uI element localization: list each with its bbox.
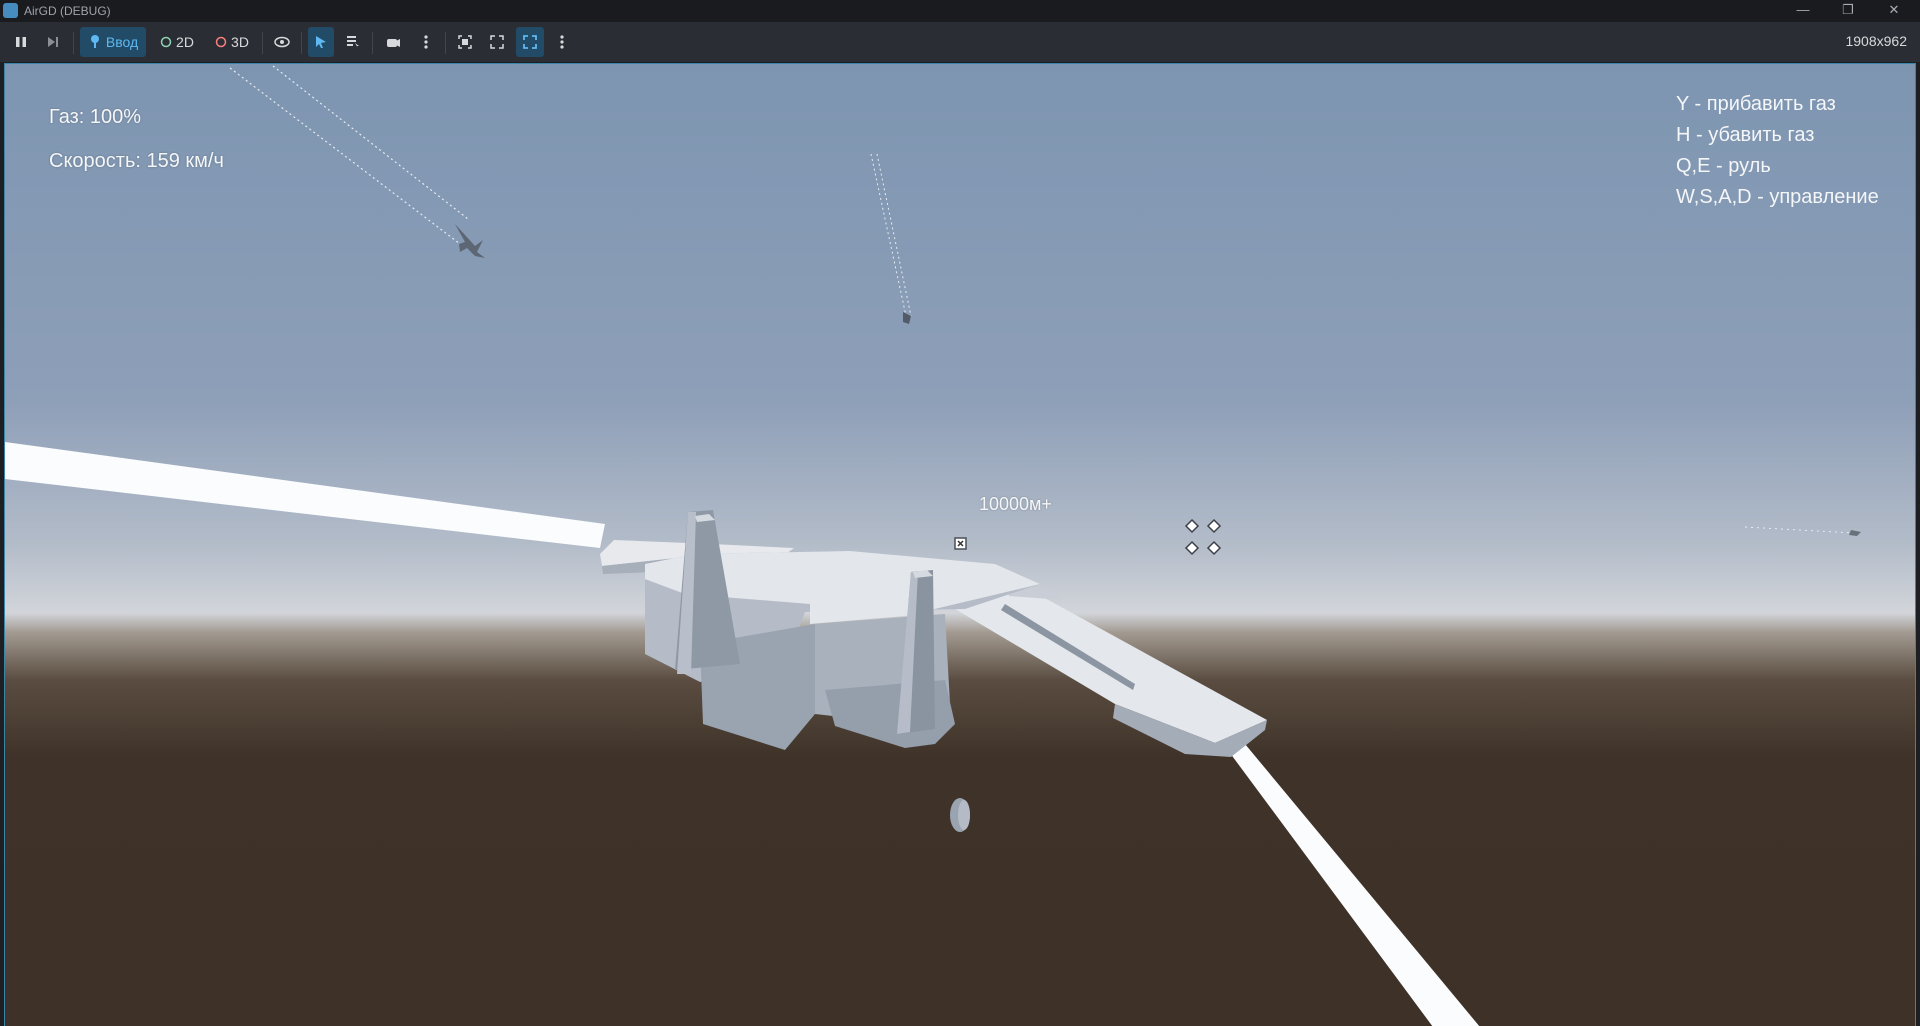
visibility-button[interactable] <box>269 27 295 57</box>
joystick-icon <box>90 35 99 48</box>
window-titlebar: AirGD (DEBUG) — ❐ ✕ <box>0 0 1920 22</box>
kebab-menu-icon <box>560 35 564 49</box>
speed-readout: Скорость: 159 км/ч <box>49 150 224 172</box>
focus-frame-icon <box>458 35 472 49</box>
cursor-arrow-icon <box>316 36 326 48</box>
help-line-throttle-down: H - убавить газ <box>1676 124 1815 146</box>
input-mode-button[interactable]: Ввод <box>80 27 146 57</box>
mode-3d-label: 3D <box>231 34 249 50</box>
eye-icon <box>274 36 290 48</box>
camera-button[interactable] <box>379 27 407 57</box>
restore-button[interactable]: ❐ <box>1826 0 1870 22</box>
help-line-rudder: Q,E - руль <box>1676 155 1771 177</box>
game-viewport[interactable]: Газ: 100% Скорость: 159 км/ч 10000м+ Y -… <box>4 63 1916 1026</box>
target-distance-label: 10000м+ <box>979 494 1052 514</box>
game-scene <box>5 64 1915 1026</box>
mode-3d-button[interactable]: 3D <box>209 27 255 57</box>
list-icon <box>347 36 359 48</box>
select-tool-button[interactable] <box>308 27 334 57</box>
help-line-throttle-up: Y - прибавить газ <box>1676 93 1836 115</box>
embed-options-button[interactable] <box>549 27 575 57</box>
godot-app-icon <box>3 3 18 18</box>
next-frame-button[interactable] <box>41 27 65 57</box>
window-title: AirGD (DEBUG) <box>24 4 111 18</box>
circle-3d-icon <box>215 36 227 48</box>
kebab-menu-icon <box>424 35 428 49</box>
list-select-button[interactable] <box>340 27 366 57</box>
circle-2d-icon <box>160 36 172 48</box>
fit-window-icon <box>523 35 537 49</box>
pause-button[interactable] <box>9 27 33 57</box>
resolution-label: 1908x962 <box>1845 33 1907 49</box>
pause-icon <box>16 37 26 47</box>
frame-camera-button[interactable] <box>452 27 478 57</box>
embed-game-button[interactable] <box>516 27 544 57</box>
more-options-button[interactable] <box>413 27 439 57</box>
mode-2d-label: 2D <box>176 34 194 50</box>
close-button[interactable]: ✕ <box>1872 0 1916 22</box>
target-crosshair-icon <box>954 537 967 550</box>
fullscreen-button[interactable] <box>484 27 510 57</box>
mode-2d-button[interactable]: 2D <box>154 27 200 57</box>
help-line-controls: W,S,A,D - управление <box>1676 186 1879 208</box>
expand-icon <box>490 35 504 49</box>
game-toolbar: Ввод 2D 3D 1908x962 <box>0 22 1920 62</box>
input-mode-label: Ввод <box>105 34 139 50</box>
camera-icon <box>387 39 400 47</box>
minimize-button[interactable]: — <box>1781 0 1825 22</box>
next-frame-icon <box>48 37 58 47</box>
gas-readout: Газ: 100% <box>49 106 142 128</box>
